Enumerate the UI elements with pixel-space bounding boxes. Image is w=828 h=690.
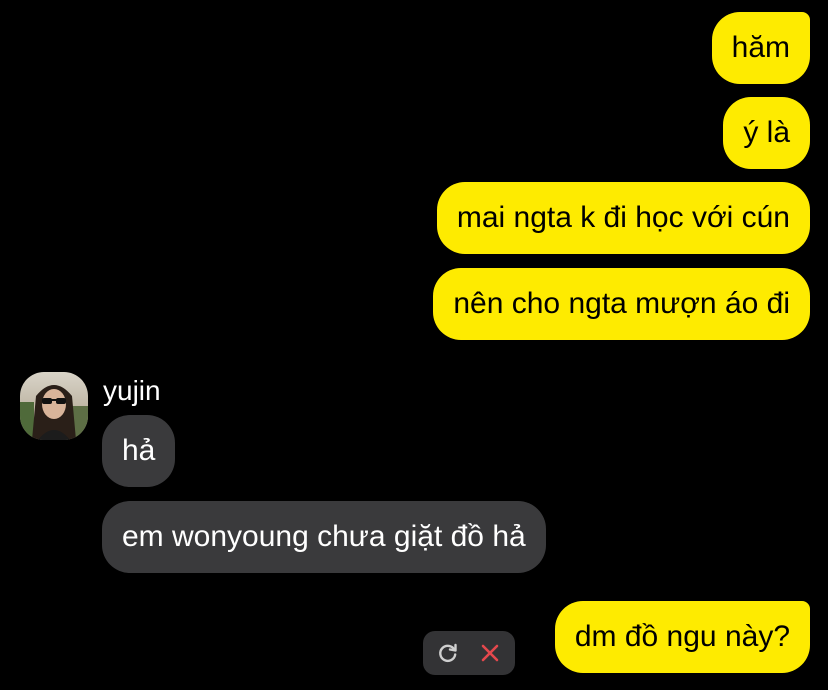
delete-button[interactable] [470,633,510,673]
avatar[interactable] [20,372,88,440]
failed-message-actions [423,631,515,675]
message-bubble-sent[interactable]: mai ngta k đi học với cún [436,182,810,254]
message-bubble-received[interactable]: em wonyoung chưa giặt đồ hả [102,501,546,573]
sender-name: yujin [103,375,161,406]
message-bubble-sent[interactable]: nên cho ngta mượn áo đi [433,268,810,340]
message-bubble-received[interactable]: hả [102,415,176,487]
message-bubble-sent[interactable]: ý là [723,97,810,169]
message-bubble-sent[interactable]: hăm [711,12,810,84]
retry-button[interactable] [428,633,468,673]
refresh-icon [439,643,457,663]
avatar-photo [20,372,88,440]
close-icon [481,644,499,662]
message-bubble-sent-failed[interactable]: dm đồ ngu này? [554,601,810,673]
